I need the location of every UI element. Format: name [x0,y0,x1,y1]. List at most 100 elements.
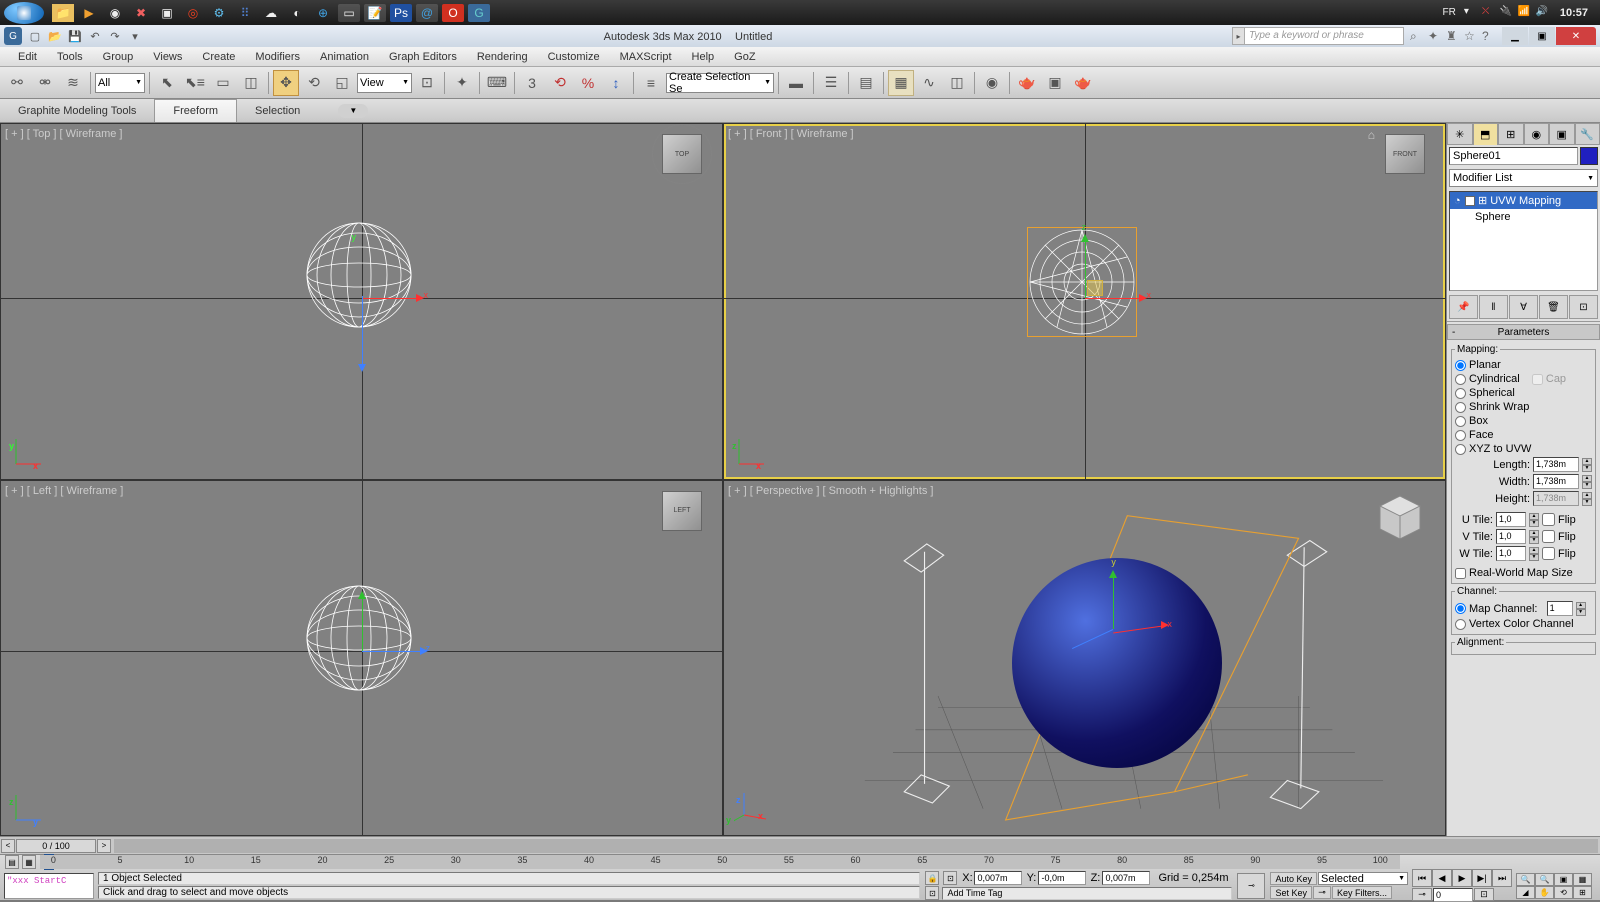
mapping-face-radio[interactable] [1455,430,1466,441]
menu-edit[interactable]: Edit [8,51,47,63]
mapchannel-spinner[interactable]: 1 [1547,601,1573,616]
uflip-checkbox[interactable] [1542,513,1555,526]
timeslider-track[interactable] [114,839,1598,853]
taskbar-app-icon[interactable]: 📁 [52,4,74,22]
select-window-icon[interactable]: ◫ [238,70,264,96]
mapping-cylindrical-radio[interactable] [1455,374,1466,385]
manipulate-icon[interactable]: ✦ [449,70,475,96]
zoom-all-icon[interactable]: 🔍 [1535,873,1554,886]
tab-utilities-icon[interactable]: 🔧 [1575,123,1600,145]
play-icon[interactable]: ▶ [1452,869,1472,887]
tab-motion-icon[interactable]: ◉ [1524,123,1550,145]
time-tag-icon[interactable]: ⊡ [925,886,939,900]
viewcube[interactable]: FRONT [1385,134,1425,174]
fov-icon[interactable]: ◢ [1516,886,1535,899]
modifier-stack-item[interactable]: ◔⊞UVW Mapping [1450,192,1597,209]
clock[interactable]: 10:57 [1552,7,1596,19]
pan-icon[interactable]: ✋ [1535,886,1554,899]
help-icon[interactable]: ? [1482,29,1496,43]
taskbar-app-icon[interactable]: Ps [390,4,412,22]
tab-create-icon[interactable]: ✳ [1447,123,1473,145]
vflip-checkbox[interactable] [1542,530,1555,543]
viewport-top[interactable]: [ + ] [ Top ] [ Wireframe ] TOP x [1,124,722,479]
search-input[interactable]: Type a keyword or phrase [1244,27,1404,45]
mapping-box-radio[interactable] [1455,416,1466,427]
spinner-snap-icon[interactable]: ↕ [603,70,629,96]
show-result-icon[interactable]: ‖ [1479,295,1508,319]
start-button[interactable] [4,2,44,24]
viewport-front[interactable]: [ + ] [ Front ] [ Wireframe ] ⌂ FRONT [724,124,1445,479]
taskbar-app-icon[interactable]: 📝 [364,4,386,22]
taskbar-app-icon[interactable]: ⚙ [208,4,230,22]
taskbar-app-icon[interactable]: ⠿ [234,4,256,22]
move-icon[interactable]: ✥ [273,70,299,96]
subscription-icon[interactable]: ♜ [1446,29,1460,43]
trackbar-filter-icon[interactable]: ▦ [22,855,36,869]
percent-snap-icon[interactable]: % [575,70,601,96]
angle-snap-icon[interactable]: ⟲ [547,70,573,96]
ribbon-collapse-icon[interactable]: ▼ [338,104,368,118]
commcenter-icon[interactable]: ✦ [1428,29,1442,43]
goto-start-icon[interactable]: ⏮ [1412,869,1432,887]
length-spinner[interactable]: 1,738m [1533,457,1579,472]
menu-maxscript[interactable]: MAXScript [610,51,682,63]
snap-toggle-icon[interactable]: 3 [519,70,545,96]
qat-save-icon[interactable]: 💾 [66,28,84,44]
spin-up-icon[interactable]: ▲ [1582,492,1592,499]
favorites-icon[interactable]: ☆ [1464,29,1478,43]
make-unique-icon[interactable]: ∀ [1509,295,1538,319]
next-frame-icon[interactable]: ▶| [1472,869,1492,887]
viewport-label[interactable]: [ + ] [ Perspective ] [ Smooth + Highlig… [728,485,933,497]
schematic-view-icon[interactable]: ◫ [944,70,970,96]
tray-volume-icon[interactable]: 🔊 [1536,6,1550,20]
coord-z-input[interactable] [1102,871,1150,885]
maximize-button[interactable]: ▣ [1529,27,1555,45]
trackbar-keys-icon[interactable]: ▤ [5,855,19,869]
taskbar-app-icon[interactable]: O [442,4,464,22]
qat-undo-icon[interactable]: ↶ [86,28,104,44]
qat-open-icon[interactable]: 📂 [46,28,64,44]
viewcube[interactable]: TOP [662,134,702,174]
ribbon-toggle-icon[interactable]: ▦ [888,70,914,96]
timeline-ruler[interactable]: 0 5 10 15 20 25 30 35 40 45 50 55 60 65 … [40,855,1400,869]
taskbar-app-icon[interactable]: ◐ [286,4,308,22]
object-name-input[interactable]: Sphere01 [1449,147,1578,165]
mapchannel-radio[interactable] [1455,603,1466,614]
render-setup-icon[interactable]: 🫖 [1014,70,1040,96]
unlink-icon[interactable]: ⚮ [32,70,58,96]
goto-end-icon[interactable]: ⏭ [1492,869,1512,887]
viewcube[interactable]: LEFT [662,491,702,531]
menu-customize[interactable]: Customize [538,51,610,63]
setkey-key-icon[interactable]: ⊸ [1313,886,1331,899]
select-rect-icon[interactable]: ▭ [210,70,236,96]
maxscript-listener[interactable]: "xxx StartC [4,873,94,899]
tab-display-icon[interactable]: ▣ [1549,123,1575,145]
named-selection-set[interactable]: Create Selection Se▼ [666,73,774,93]
tray-power-icon[interactable]: 🔌 [1500,6,1514,20]
utile-spinner[interactable]: 1,0 [1496,512,1526,527]
spin-up-icon[interactable]: ▲ [1582,475,1592,482]
tray-chevron-icon[interactable]: ▾ [1464,6,1478,20]
vtile-spinner[interactable]: 1,0 [1496,529,1526,544]
ribbon-tab-freeform[interactable]: Freeform [154,99,237,122]
modifier-list-dropdown[interactable]: Modifier List▼ [1449,169,1598,187]
curve-editor-icon[interactable]: ∿ [916,70,942,96]
key-filter-combo[interactable]: Selected▼ [1318,872,1408,885]
menu-grapheditors[interactable]: Graph Editors [379,51,467,63]
select-icon[interactable]: ⬉ [154,70,180,96]
align-icon[interactable]: ☰ [818,70,844,96]
zoom-icon[interactable]: 🔍 [1516,873,1535,886]
ref-coord-system[interactable]: View▼ [357,73,412,93]
object-color-swatch[interactable] [1580,147,1598,165]
add-time-tag[interactable]: Add Time Tag [942,887,1232,900]
material-editor-icon[interactable]: ◉ [979,70,1005,96]
minimize-button[interactable]: ▁ [1502,27,1528,45]
selection-filter[interactable]: All▼ [95,73,145,93]
menu-create[interactable]: Create [192,51,245,63]
bind-spacewarp-icon[interactable]: ≋ [60,70,86,96]
coord-display-icon[interactable]: ⊡ [943,871,957,885]
spin-down-icon[interactable]: ▼ [1582,499,1592,506]
menu-rendering[interactable]: Rendering [467,51,538,63]
prev-frame-icon[interactable]: ◀ [1432,869,1452,887]
taskbar-app-icon[interactable]: ☁ [260,4,282,22]
